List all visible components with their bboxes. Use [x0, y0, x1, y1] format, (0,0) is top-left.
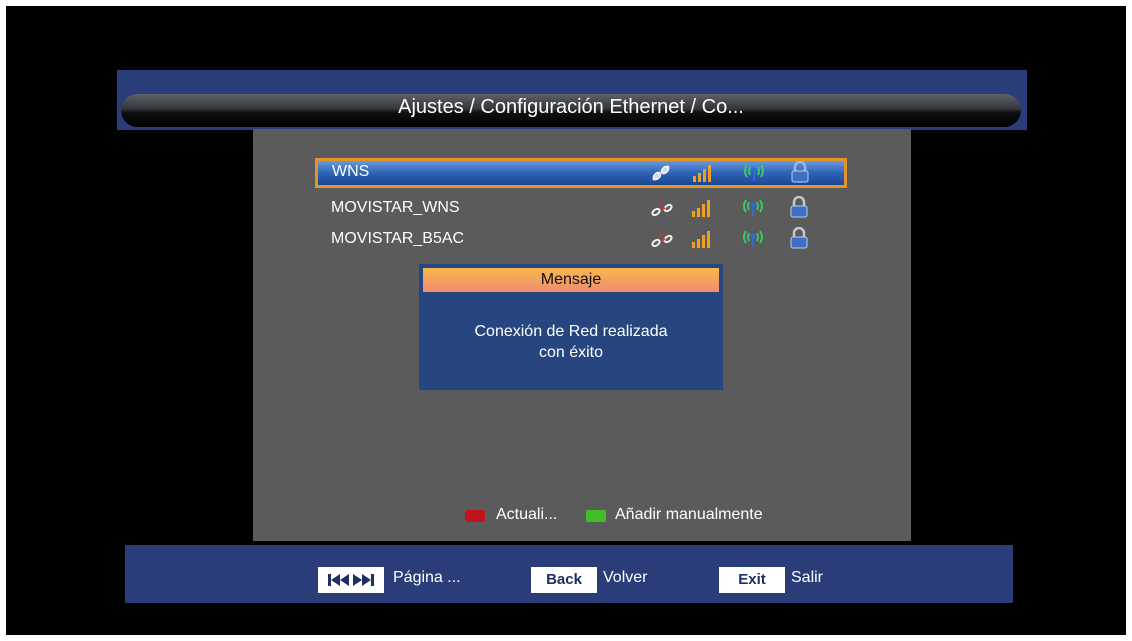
- signal-bars-icon: [692, 200, 710, 217]
- dialog-message-line: con éxito: [538, 344, 604, 361]
- network-name: WNS: [332, 163, 370, 180]
- link-broken-icon: [651, 232, 673, 248]
- network-row-movistar-wns[interactable]: MOVISTAR_WNS: [317, 194, 847, 222]
- signal-bars-icon: [692, 231, 710, 248]
- skip-buttons-icon: [328, 574, 374, 586]
- link-broken-icon: [651, 201, 673, 217]
- green-key-icon: [586, 510, 606, 522]
- network-row-movistar-b5ac[interactable]: MOVISTAR_B5AC: [317, 225, 847, 253]
- back-label: Volver: [603, 569, 648, 586]
- green-key-label[interactable]: Añadir manualmente: [615, 506, 763, 524]
- message-dialog: Mensaje Conexión de Red realizada con éx…: [419, 264, 723, 390]
- lock-icon: [791, 161, 809, 183]
- page-label: Página ...: [393, 569, 461, 586]
- antenna-icon: [744, 164, 764, 181]
- network-name: MOVISTAR_WNS: [331, 199, 460, 216]
- red-key-label[interactable]: Actuali...: [496, 506, 557, 524]
- dialog-message-line: Conexión de Red realizada: [474, 323, 668, 340]
- dialog-message: Conexión de Red realizada con éxito: [419, 321, 723, 363]
- antenna-icon: [743, 230, 763, 247]
- lock-icon: [790, 227, 808, 249]
- page-title: Ajustes / Configuración Ethernet / Co...: [398, 96, 744, 118]
- link-connected-icon: [652, 165, 670, 181]
- network-name: MOVISTAR_B5AC: [331, 230, 465, 247]
- red-key-icon: [465, 510, 485, 522]
- back-key[interactable]: Back: [531, 567, 597, 593]
- signal-bars-icon: [693, 165, 711, 182]
- exit-label: Salir: [791, 569, 824, 586]
- exit-key[interactable]: Exit: [719, 567, 785, 593]
- dialog-title: Mensaje: [423, 268, 719, 292]
- network-row-wns[interactable]: WNS: [315, 158, 847, 188]
- page-nav-button[interactable]: [318, 567, 384, 593]
- lock-icon: [790, 196, 808, 218]
- antenna-icon: [743, 199, 763, 216]
